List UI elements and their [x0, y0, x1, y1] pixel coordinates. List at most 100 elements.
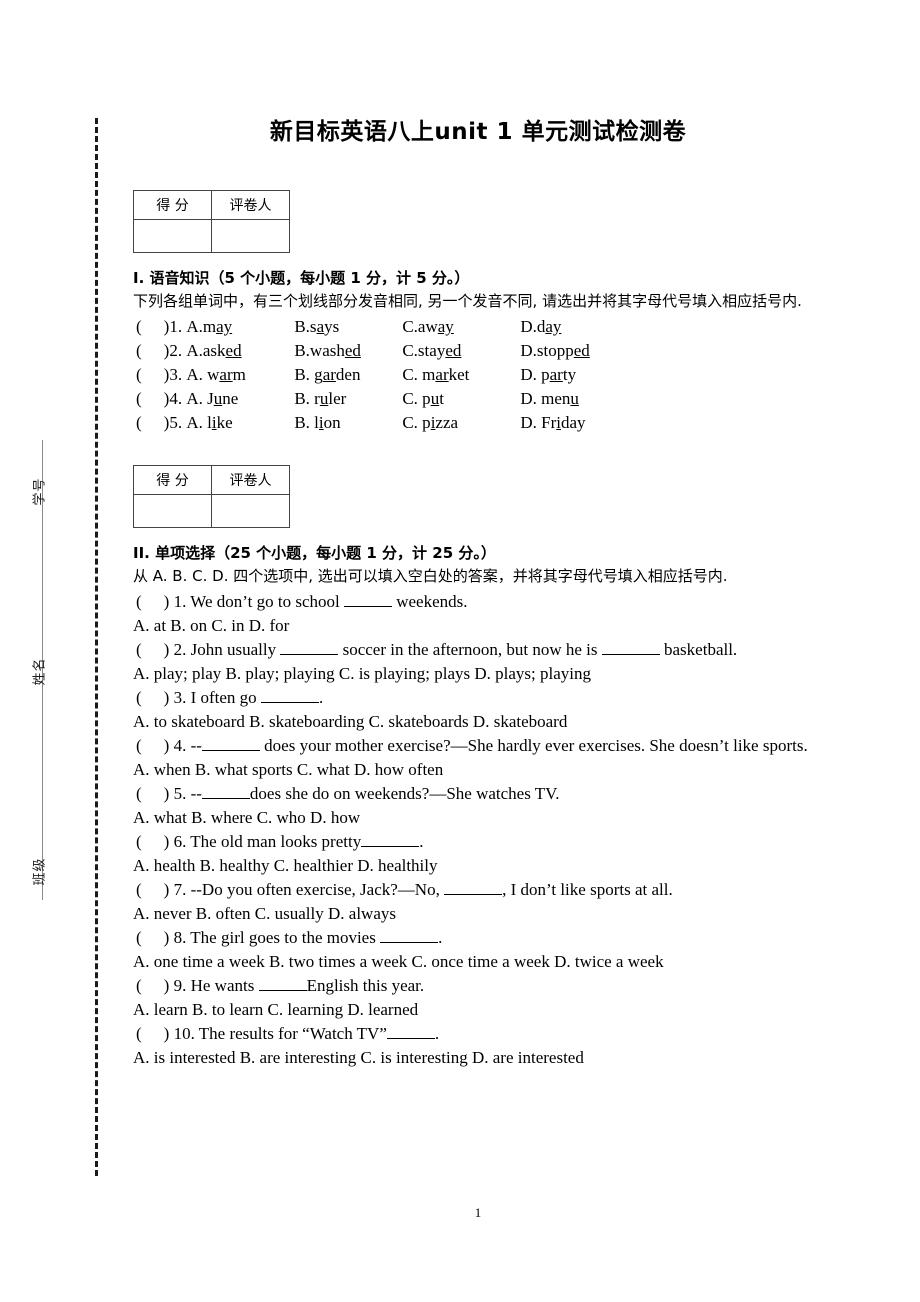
- question-number: 9.: [173, 976, 187, 995]
- answer-blank[interactable]: [258, 990, 307, 991]
- mc-options-6[interactable]: A. health B. healthy C. healthier D. hea…: [133, 854, 823, 878]
- option-a[interactable]: A.may: [186, 315, 294, 339]
- question-stem: I often go: [190, 688, 261, 707]
- option-b[interactable]: B. garden: [294, 363, 402, 387]
- phonetics-question-2: ()2. A.asked B.washed C.stayed D.stopped: [136, 339, 828, 363]
- phonetics-question-5: ()5. A. like B. lion C. pizza D. Friday: [136, 411, 828, 435]
- option-a[interactable]: A.asked: [186, 339, 294, 363]
- question-stem: The results for “Watch TV”: [198, 1024, 387, 1043]
- mc-options-5[interactable]: A. what B. where C. who D. how: [133, 806, 823, 830]
- mc-options-10[interactable]: A. is interested B. are interesting C. i…: [133, 1046, 823, 1070]
- option-c[interactable]: C. pizza: [402, 411, 520, 435]
- option-d[interactable]: D.stopped: [520, 339, 589, 363]
- question-stem-tail: .: [434, 1024, 440, 1043]
- margin-dashed-cut-line: [95, 118, 98, 1176]
- option-d[interactable]: D.day: [520, 315, 561, 339]
- mc-question-8: () 8. The girl goes to the movies .: [136, 926, 824, 950]
- grader-value-cell[interactable]: [211, 494, 290, 528]
- answer-bracket[interactable]: (): [136, 365, 169, 384]
- option-c[interactable]: C. put: [402, 387, 520, 411]
- answer-bracket[interactable]: (): [136, 640, 169, 659]
- score-label: 得 分: [133, 465, 212, 495]
- answer-bracket[interactable]: (): [136, 784, 169, 803]
- answer-bracket[interactable]: (): [136, 389, 169, 408]
- question-stem: --: [190, 784, 202, 803]
- answer-bracket[interactable]: (): [136, 341, 169, 360]
- answer-blank[interactable]: [280, 654, 339, 655]
- answer-bracket[interactable]: (): [136, 317, 169, 336]
- option-d[interactable]: D. Friday: [520, 411, 585, 435]
- option-b[interactable]: B. lion: [294, 411, 402, 435]
- score-value-cell[interactable]: [133, 219, 212, 253]
- mc-options-1[interactable]: A. at B. on C. in D. for: [133, 614, 823, 638]
- margin-label-student-id: 学号: [32, 477, 48, 506]
- exam-page: 新目标英语八上unit 1 单元测试检测卷 得 分 评卷人 I. 语音知识（5 …: [128, 0, 828, 1302]
- question-stem-tail: , I don’t like sports at all.: [502, 880, 673, 899]
- mc-options-3[interactable]: A. to skateboard B. skateboarding C. ska…: [133, 710, 823, 734]
- question-number: 2.: [169, 341, 183, 360]
- page-number: 1: [474, 1205, 482, 1220]
- question-stem-tail: .: [318, 688, 324, 707]
- score-label: 得 分: [133, 190, 212, 220]
- phonetics-question-4: ()4. A. June B. ruler C. put D. menu: [136, 387, 828, 411]
- mc-question-5: () 5. -- does she do on weekends?—She wat…: [136, 782, 824, 806]
- option-c[interactable]: C. market: [402, 363, 520, 387]
- option-b[interactable]: B. ruler: [294, 387, 402, 411]
- option-a[interactable]: A. warm: [186, 363, 294, 387]
- table-row: 得 分 评卷人: [133, 190, 290, 220]
- answer-bracket[interactable]: (): [136, 928, 169, 947]
- answer-blank[interactable]: [444, 894, 503, 895]
- table-row: [133, 494, 290, 528]
- answer-bracket[interactable]: (): [136, 736, 169, 755]
- option-d[interactable]: D. party: [520, 363, 576, 387]
- answer-blank[interactable]: [260, 702, 319, 703]
- section-heading-phonetics: I. 语音知识（5 个小题，每小题 1 分，计 5 分。）: [133, 269, 470, 287]
- phonetics-question-1: ()1. A.may B.says C.away D.day: [136, 315, 828, 339]
- answer-bracket[interactable]: (): [136, 880, 169, 899]
- question-number: 5.: [173, 784, 187, 803]
- option-d[interactable]: D. menu: [520, 387, 579, 411]
- score-box-section-1: 得 分 评卷人: [133, 190, 290, 253]
- answer-blank[interactable]: [361, 846, 420, 847]
- answer-bracket[interactable]: (): [136, 832, 169, 851]
- answer-bracket[interactable]: (): [136, 976, 169, 995]
- answer-blank[interactable]: [386, 1038, 435, 1039]
- answer-bracket[interactable]: (): [136, 1024, 169, 1043]
- mc-question-6: () 6. The old man looks pretty.: [136, 830, 824, 854]
- mc-options-9[interactable]: A. learn B. to learn C. learning D. lear…: [133, 998, 823, 1022]
- score-value-cell[interactable]: [133, 494, 212, 528]
- grader-label: 评卷人: [211, 190, 290, 220]
- section-heading-multiple-choice: II. 单项选择（25 个小题，每小题 1 分，计 25 分。）: [133, 544, 496, 562]
- question-stem-tail: .: [419, 832, 424, 851]
- table-row: [133, 219, 290, 253]
- option-b[interactable]: B.says: [294, 315, 402, 339]
- answer-bracket[interactable]: (): [136, 592, 169, 611]
- option-a[interactable]: A. June: [186, 387, 294, 411]
- option-c[interactable]: C.stayed: [402, 339, 520, 363]
- phonetics-question-3: ()3. A. warm B. garden C. market D. party: [136, 363, 828, 387]
- option-a[interactable]: A. like: [186, 411, 294, 435]
- answer-blank[interactable]: [380, 942, 439, 943]
- mc-question-9: () 9. He wants English this year.: [136, 974, 824, 998]
- mc-options-4[interactable]: A. when B. what sports C. what D. how of…: [133, 758, 823, 782]
- answer-bracket[interactable]: (): [136, 688, 169, 707]
- question-stem-tail: English this year.: [306, 976, 425, 995]
- page-title: 新目标英语八上unit 1 单元测试检测卷: [269, 119, 687, 145]
- question-number: 1.: [169, 317, 183, 336]
- mc-options-2[interactable]: A. play; play B. play; playing C. is pla…: [133, 662, 823, 686]
- answer-bracket[interactable]: (): [136, 413, 169, 432]
- question-stem-tail: basketball.: [659, 640, 738, 659]
- question-number: 8.: [173, 928, 187, 947]
- option-c[interactable]: C.away: [402, 315, 520, 339]
- answer-blank[interactable]: [343, 606, 392, 607]
- mc-options-7[interactable]: A. never B. often C. usually D. always: [133, 902, 823, 926]
- answer-blank[interactable]: [601, 654, 660, 655]
- option-b[interactable]: B.washed: [294, 339, 402, 363]
- question-stem-tail: weekends.: [391, 592, 468, 611]
- grader-label: 评卷人: [211, 465, 290, 495]
- mc-options-8[interactable]: A. one time a week B. two times a week C…: [133, 950, 823, 974]
- answer-blank[interactable]: [201, 750, 260, 751]
- answer-blank[interactable]: [201, 798, 250, 799]
- question-stem: The girl goes to the movies: [190, 928, 381, 947]
- grader-value-cell[interactable]: [211, 219, 290, 253]
